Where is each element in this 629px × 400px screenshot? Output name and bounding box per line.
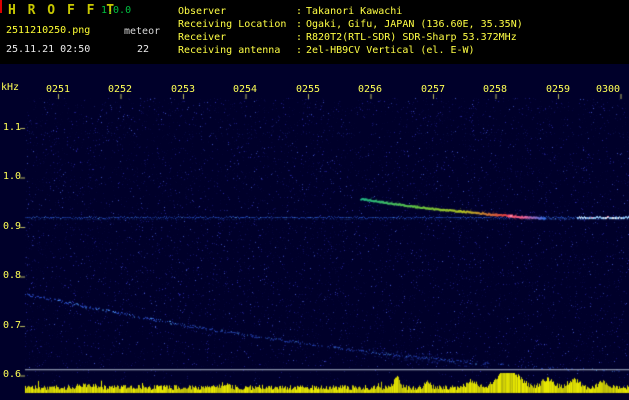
time-tick-label: 0256 bbox=[358, 84, 383, 95]
time-tick-label: 0255 bbox=[296, 84, 321, 95]
freq-tick-label: 0.8 bbox=[2, 270, 21, 281]
info-label: Receiving antenna bbox=[178, 45, 281, 56]
freq-tick-label: 0.6 bbox=[2, 369, 21, 380]
time-tick-label: 0258 bbox=[483, 84, 508, 95]
info-value: Takanori Kawachi bbox=[306, 6, 403, 17]
info-row-receiver: Receiver : R820T2(RTL-SDR) SDR-Sharp 53.… bbox=[178, 31, 523, 44]
station-info-table: Observer : Takanori Kawachi Receiving Lo… bbox=[178, 5, 523, 57]
info-separator: : bbox=[296, 32, 303, 43]
info-separator: : bbox=[296, 6, 303, 17]
time-tick-label: 0259 bbox=[546, 84, 571, 95]
freq-tick-label: 0.7 bbox=[2, 320, 21, 331]
freq-unit-label: kHz bbox=[1, 82, 20, 93]
info-separator: : bbox=[296, 19, 303, 30]
observation-datetime: 25.11.21 02:50 bbox=[6, 44, 91, 55]
time-tick-label: 0253 bbox=[171, 84, 196, 95]
info-value: 2el-HB9CV Vertical (el. E-W) bbox=[306, 45, 475, 56]
hrofft-window: H R O F F T 1.0.0 2511210250.png meteor … bbox=[0, 0, 629, 400]
info-row-observer: Observer : Takanori Kawachi bbox=[178, 5, 523, 18]
spectrogram-canvas bbox=[0, 64, 629, 400]
info-row-receiving-antenna: Receiving antenna : 2el-HB9CV Vertical (… bbox=[178, 44, 523, 57]
info-row-receiving-location: Receiving Location : Ogaki, Gifu, JAPAN … bbox=[178, 18, 523, 31]
time-tick-label: 0300 bbox=[596, 84, 621, 95]
record-marker bbox=[0, 0, 2, 13]
app-version: 1.0.0 bbox=[101, 5, 132, 16]
freq-tick-label: 0.9 bbox=[2, 221, 21, 232]
info-value: R820T2(RTL-SDR) SDR-Sharp 53.372MHz bbox=[306, 32, 517, 43]
echo-count: 22 bbox=[137, 44, 150, 55]
output-filename: 2511210250.png bbox=[6, 25, 91, 36]
app-title: H R O F F T bbox=[8, 3, 117, 18]
freq-tick-label: 1.1 bbox=[2, 122, 21, 133]
info-separator: : bbox=[296, 45, 303, 56]
info-label: Receiver bbox=[178, 32, 227, 43]
time-tick-label: 0252 bbox=[108, 84, 133, 95]
header-bar: H R O F F T 1.0.0 2511210250.png meteor … bbox=[0, 0, 629, 64]
time-tick-label: 0254 bbox=[233, 84, 258, 95]
info-value: Ogaki, Gifu, JAPAN (136.60E, 35.35N) bbox=[306, 19, 523, 30]
time-tick-label: 0251 bbox=[46, 84, 71, 95]
time-tick-label: 0257 bbox=[421, 84, 446, 95]
info-label: Receiving Location bbox=[178, 19, 287, 30]
mode-label: meteor bbox=[124, 26, 161, 37]
info-label: Observer bbox=[178, 6, 227, 17]
freq-tick-label: 1.0 bbox=[2, 171, 21, 182]
